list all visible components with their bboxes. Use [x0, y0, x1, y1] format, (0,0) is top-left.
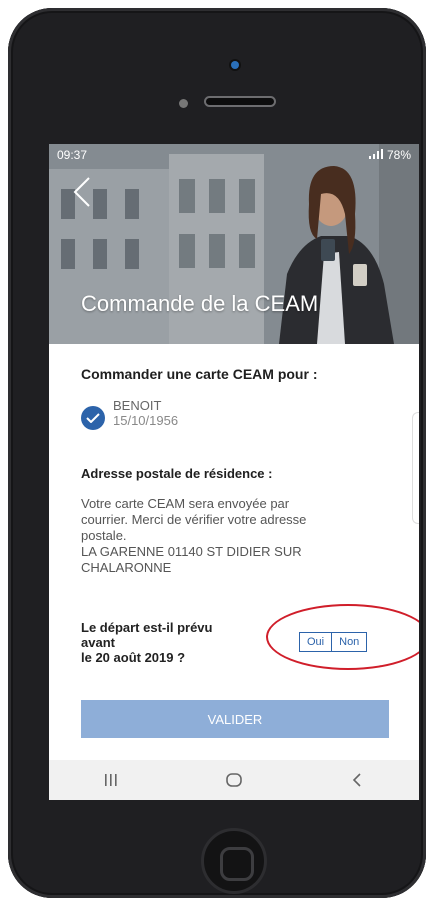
order-section: Commander une carte CEAM pour : [81, 366, 391, 382]
address-line: postale. [81, 528, 127, 543]
address-line: Votre carte CEAM sera envoyée par [81, 496, 290, 511]
question-line: Le départ est-il prévu [81, 620, 213, 635]
order-section-title: Commander une carte CEAM pour : [81, 366, 318, 382]
proximity-sensor [179, 99, 188, 108]
status-time: 09:37 [57, 148, 88, 162]
address-text: Votre carte CEAM sera envoyée par courri… [81, 496, 381, 576]
phone-frame: 09:37 78% Commande de la CEAM Commander … [8, 8, 426, 898]
signal-icon [368, 148, 383, 162]
android-nav-bar [49, 760, 419, 800]
status-battery: 78% [386, 148, 411, 162]
beneficiary-name: BENOIT [113, 398, 162, 413]
hero-banner: 09:37 78% Commande de la CEAM [49, 144, 419, 344]
address-section-title: Adresse postale de résidence : [81, 466, 273, 481]
app-screen: 09:37 78% Commande de la CEAM Commander … [49, 144, 419, 800]
page-title: Commande de la CEAM [81, 291, 319, 316]
beneficiary-birthdate: 15/10/1956 [113, 413, 179, 428]
back-arrow-icon[interactable] [69, 172, 99, 212]
address-line: CHALARONNE [81, 560, 172, 575]
option-oui-button[interactable]: Oui [300, 633, 332, 651]
scroll-indicator[interactable] [412, 412, 419, 524]
departure-toggle: Oui Non [299, 632, 368, 652]
earpiece-speaker [204, 96, 276, 107]
front-camera [231, 61, 239, 69]
address-line: LA GARENNE 01140 ST DIDIER SUR [81, 544, 302, 559]
nav-back-icon[interactable] [337, 765, 377, 795]
physical-home-button[interactable] [201, 828, 267, 894]
status-bar: 09:37 78% [49, 144, 419, 166]
checkmark-icon[interactable] [81, 406, 105, 430]
address-line: courrier. Merci de vérifier votre adress… [81, 512, 307, 527]
option-non-button[interactable]: Non [331, 633, 367, 651]
recent-apps-icon[interactable] [91, 765, 131, 795]
question-line: avant [81, 635, 115, 650]
departure-question: Le départ est-il prévu avant le 20 août … [81, 620, 256, 665]
home-icon[interactable] [214, 765, 254, 795]
beneficiary-item[interactable]: BENOIT 15/10/1956 [81, 398, 178, 430]
validate-button[interactable]: VALIDER [81, 700, 389, 738]
question-line: le 20 août 2019 ? [81, 650, 186, 665]
